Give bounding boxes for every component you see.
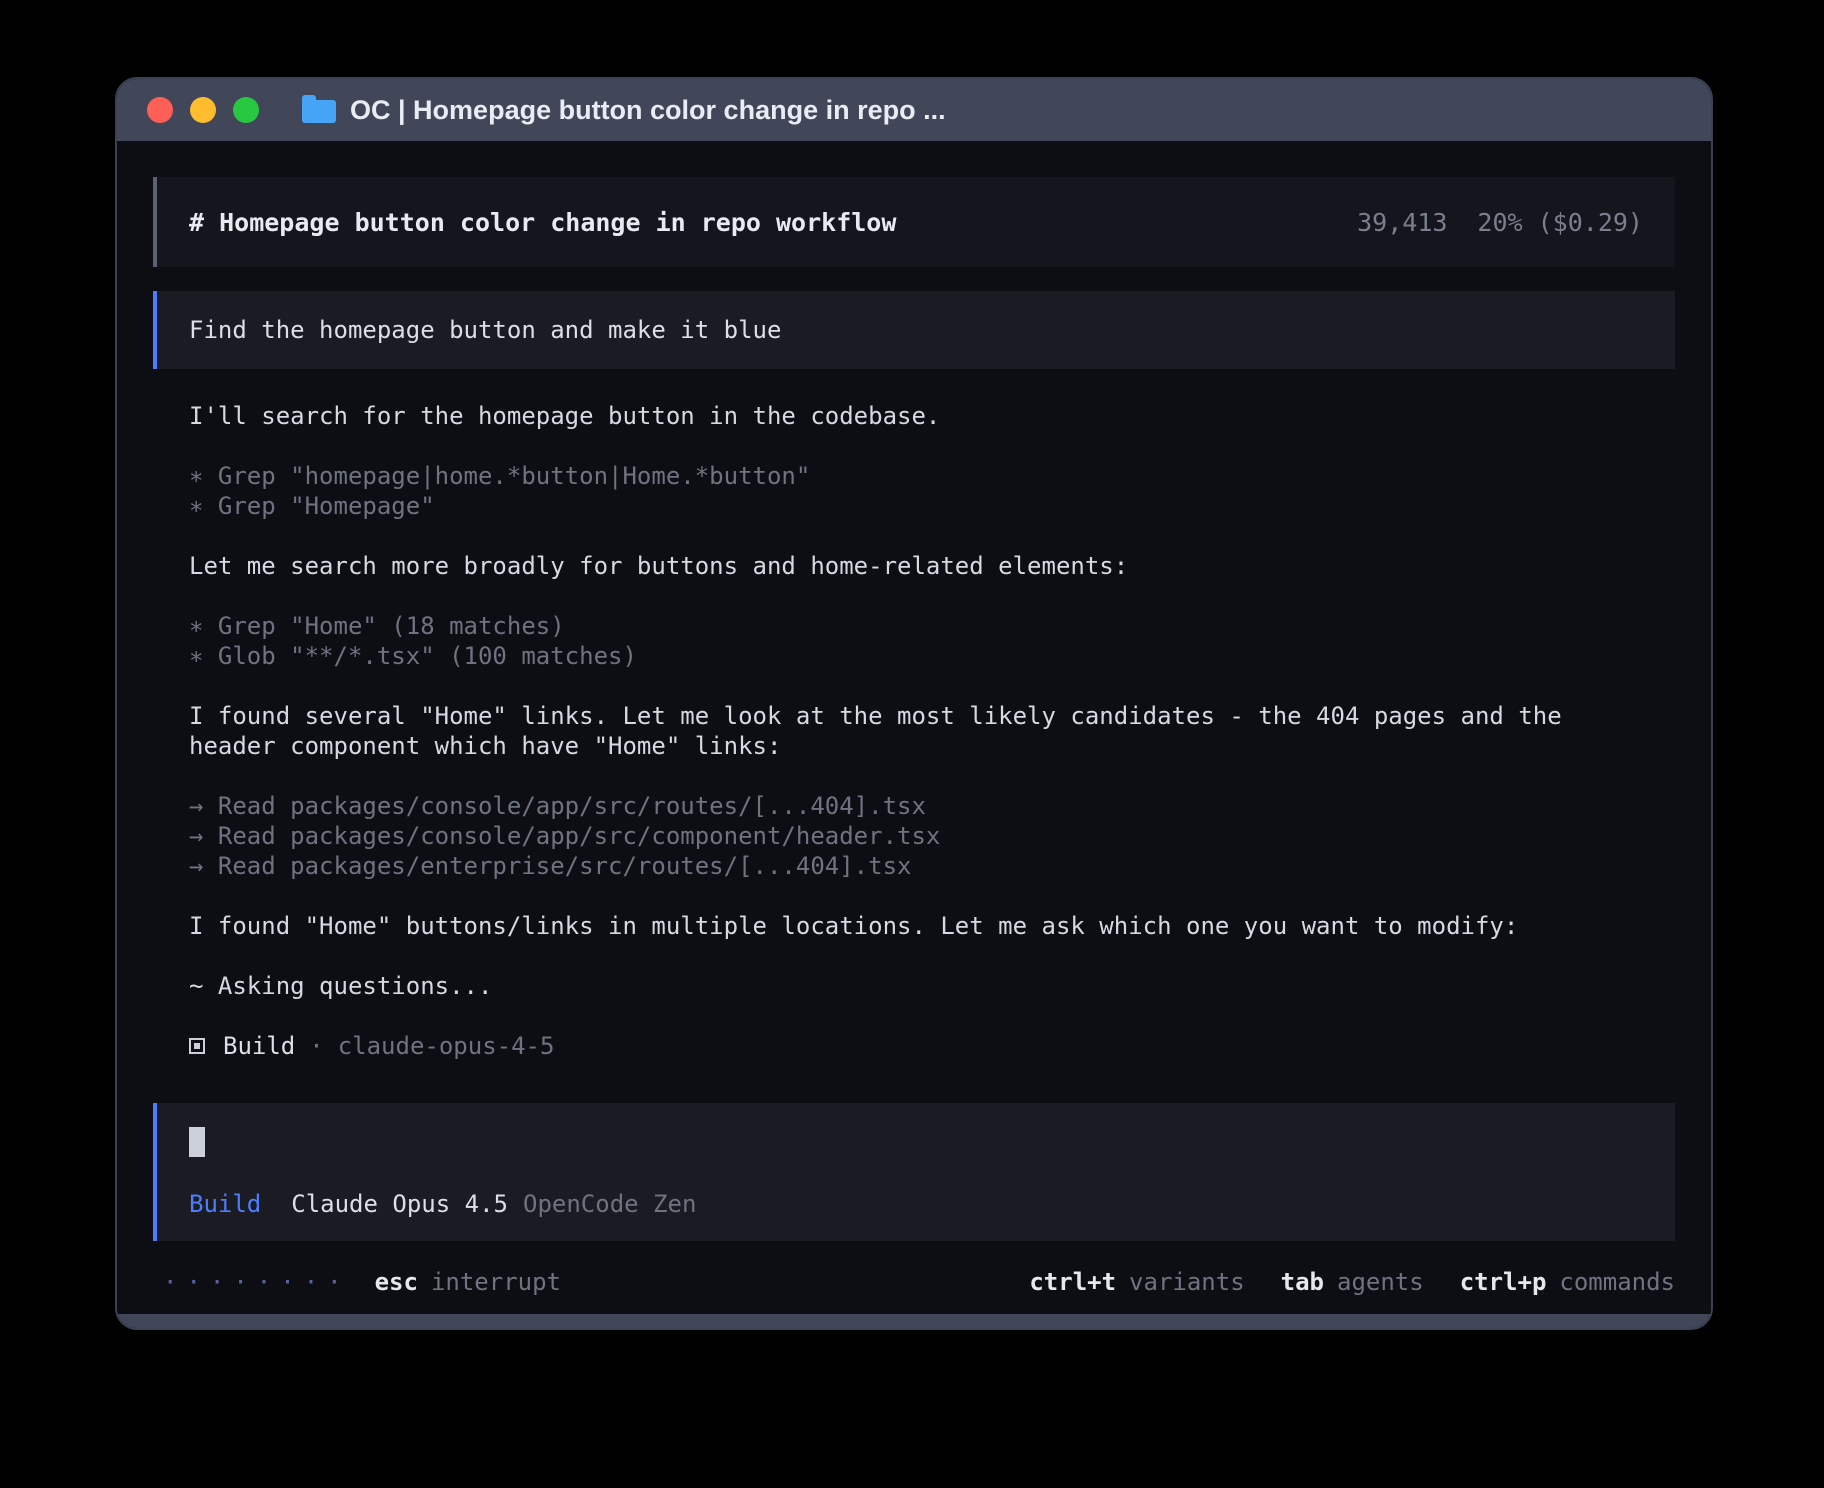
tool-call-grep: ∗ Grep "homepage|home.*button|Home.*butt… [189, 461, 1617, 491]
window-bottom-edge [117, 1314, 1711, 1328]
context-usage: 20% ($0.29) [1477, 208, 1643, 237]
conversation: I'll search for the homepage button in t… [153, 401, 1653, 1061]
agent-name: Build [223, 1031, 295, 1061]
tool-call-read: → Read packages/console/app/src/routes/[… [189, 791, 1617, 821]
tool-call-group: → Read packages/console/app/src/routes/[… [189, 791, 1617, 881]
status-bar-right: ctrl+t variants tab agents ctrl+p comman… [1029, 1267, 1675, 1297]
session-header: # Homepage button color change in repo w… [153, 177, 1675, 267]
status-bar-left: ········ esc interrupt [163, 1267, 561, 1297]
input-meta: Build Claude Opus 4.5 OpenCode Zen [189, 1189, 1643, 1219]
prompt-input[interactable]: Build Claude Opus 4.5 OpenCode Zen [153, 1103, 1675, 1241]
session-title: # Homepage button color change in repo w… [189, 208, 896, 237]
window-title: OC | Homepage button color change in rep… [350, 95, 946, 126]
close-button[interactable] [147, 97, 173, 123]
shortcut-label: agents [1337, 1267, 1424, 1297]
status-bar: ········ esc interrupt ctrl+t variants t… [153, 1267, 1675, 1297]
agent-status-row: Build · claude-opus-4-5 [189, 1031, 1617, 1061]
build-agent-icon [189, 1038, 205, 1054]
tool-call-read: → Read packages/enterprise/src/routes/[.… [189, 851, 1617, 881]
shortcut-label: variants [1129, 1267, 1245, 1297]
mode-badge: Build [189, 1189, 261, 1219]
shortcut-key: ctrl+p [1460, 1267, 1547, 1297]
shortcut-label: commands [1559, 1267, 1675, 1297]
user-message-text: Find the homepage button and make it blu… [189, 316, 781, 344]
spinner-dots-icon: ········ [163, 1267, 351, 1297]
assistant-text: Let me search more broadly for buttons a… [189, 551, 1613, 581]
tool-call-group: ∗ Grep "homepage|home.*button|Home.*butt… [189, 461, 1617, 521]
tool-call-read: → Read packages/console/app/src/componen… [189, 821, 1617, 851]
shortcut-variants: ctrl+t variants [1029, 1267, 1244, 1297]
input-model-label: Claude Opus 4.5 [291, 1189, 508, 1219]
assistant-text: I'll search for the homepage button in t… [189, 401, 1613, 431]
shortcut-commands: ctrl+p commands [1460, 1267, 1675, 1297]
esc-label: interrupt [431, 1267, 561, 1297]
shortcut-key: ctrl+t [1029, 1267, 1116, 1297]
tool-call-group: ∗ Grep "Home" (18 matches) ∗ Glob "**/*.… [189, 611, 1617, 671]
separator-dot: · [309, 1031, 323, 1061]
shortcut-key: tab [1281, 1267, 1324, 1297]
token-count: 39,413 [1357, 208, 1447, 237]
terminal-body: # Homepage button color change in repo w… [117, 141, 1711, 1314]
user-message: Find the homepage button and make it blu… [153, 291, 1675, 369]
terminal-window: OC | Homepage button color change in rep… [115, 77, 1713, 1330]
titlebar: OC | Homepage button color change in rep… [117, 79, 1711, 141]
input-cursor [189, 1127, 205, 1157]
assistant-text: I found "Home" buttons/links in multiple… [189, 911, 1613, 941]
shortcut-agents: tab agents [1281, 1267, 1424, 1297]
session-meta: 39,413 20% ($0.29) [1357, 208, 1643, 237]
minimize-button[interactable] [190, 97, 216, 123]
assistant-status-text: ~ Asking questions... [189, 971, 1617, 1001]
model-name: claude-opus-4-5 [338, 1031, 555, 1061]
tool-call-grep: ∗ Grep "Home" (18 matches) [189, 611, 1617, 641]
tool-call-glob: ∗ Glob "**/*.tsx" (100 matches) [189, 641, 1617, 671]
assistant-text: I found several "Home" links. Let me loo… [189, 701, 1613, 761]
folder-icon [302, 100, 336, 123]
esc-key: esc [375, 1267, 418, 1297]
tool-call-grep: ∗ Grep "Homepage" [189, 491, 1617, 521]
zoom-button[interactable] [233, 97, 259, 123]
provider-label: OpenCode Zen [523, 1189, 696, 1219]
